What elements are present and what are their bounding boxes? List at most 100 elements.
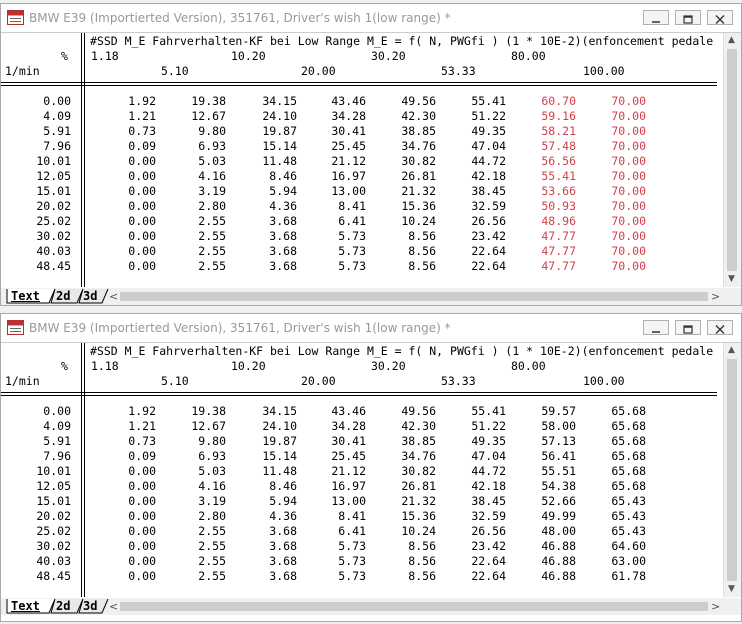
map-cell[interactable]: 55.41	[446, 94, 506, 109]
map-cell[interactable]: 70.00	[586, 139, 646, 154]
map-cell[interactable]: 8.56	[376, 229, 436, 244]
map-cell[interactable]: 0.00	[96, 169, 156, 184]
tab-text[interactable]: Text	[11, 599, 40, 613]
scroll-left-icon[interactable]: <	[109, 600, 118, 613]
map-cell[interactable]: 10.24	[376, 524, 436, 539]
map-cell[interactable]: 34.15	[237, 404, 297, 419]
map-cell[interactable]: 4.36	[237, 509, 297, 524]
map-cell[interactable]: 44.72	[446, 154, 506, 169]
map-cell[interactable]: 51.22	[446, 109, 506, 124]
map-cell[interactable]: 5.03	[166, 464, 226, 479]
map-cell[interactable]: 8.41	[306, 199, 366, 214]
map-cell[interactable]: 70.00	[586, 124, 646, 139]
scroll-left-icon[interactable]: <	[109, 290, 118, 303]
map-cell[interactable]: 21.12	[306, 464, 366, 479]
map-cell[interactable]: 34.76	[376, 139, 436, 154]
map-cell[interactable]: 3.68	[237, 259, 297, 274]
map-cell[interactable]: 0.00	[96, 154, 156, 169]
map-cell[interactable]: 8.46	[237, 169, 297, 184]
map-cell[interactable]: 49.35	[446, 434, 506, 449]
scroll-thumb[interactable]	[120, 292, 708, 301]
map-cell[interactable]: 3.68	[237, 554, 297, 569]
scroll-thumb[interactable]	[727, 359, 737, 581]
map-cell[interactable]: 6.93	[166, 139, 226, 154]
map-cell[interactable]: 70.00	[586, 184, 646, 199]
map-cell[interactable]: 19.87	[237, 434, 297, 449]
map-cell[interactable]: 6.41	[306, 524, 366, 539]
map-cell[interactable]: 65.68	[586, 434, 646, 449]
map-table[interactable]: #SSD M_E Fahrverhalten-KF bei Low Range …	[1, 33, 721, 287]
map-cell[interactable]: 42.30	[376, 109, 436, 124]
tab-3d[interactable]: 3d	[83, 289, 97, 303]
map-cell[interactable]: 70.00	[586, 259, 646, 274]
map-cell[interactable]: 0.09	[96, 449, 156, 464]
map-cell[interactable]: 53.66	[516, 184, 576, 199]
map-cell[interactable]: 8.56	[376, 554, 436, 569]
map-cell[interactable]: 65.43	[586, 524, 646, 539]
map-cell[interactable]: 3.68	[237, 214, 297, 229]
map-cell[interactable]: 3.68	[237, 244, 297, 259]
map-cell[interactable]: 55.41	[516, 169, 576, 184]
map-cell[interactable]: 30.82	[376, 464, 436, 479]
map-cell[interactable]: 4.16	[166, 479, 226, 494]
map-cell[interactable]: 9.80	[166, 434, 226, 449]
map-cell[interactable]: 9.80	[166, 124, 226, 139]
map-cell[interactable]: 55.51	[516, 464, 576, 479]
map-cell[interactable]: 60.70	[516, 94, 576, 109]
map-cell[interactable]: 1.92	[96, 94, 156, 109]
map-cell[interactable]: 70.00	[586, 229, 646, 244]
map-cell[interactable]: 47.04	[446, 449, 506, 464]
map-cell[interactable]: 15.14	[237, 139, 297, 154]
map-cell[interactable]: 70.00	[586, 94, 646, 109]
scroll-up-icon[interactable]: ▲	[728, 345, 735, 355]
map-cell[interactable]: 5.73	[306, 554, 366, 569]
map-cell[interactable]: 48.96	[516, 214, 576, 229]
map-cell[interactable]: 8.41	[306, 509, 366, 524]
close-button[interactable]	[707, 320, 733, 335]
map-cell[interactable]: 47.77	[516, 259, 576, 274]
map-cell[interactable]: 0.00	[96, 464, 156, 479]
close-button[interactable]	[707, 10, 733, 25]
maximize-button[interactable]	[675, 10, 701, 25]
map-cell[interactable]: 49.56	[376, 94, 436, 109]
map-cell[interactable]: 12.67	[166, 419, 226, 434]
map-cell[interactable]: 5.94	[237, 184, 297, 199]
map-cell[interactable]: 16.97	[306, 479, 366, 494]
map-cell[interactable]: 1.21	[96, 109, 156, 124]
map-cell[interactable]: 19.38	[166, 404, 226, 419]
map-cell[interactable]: 38.85	[376, 434, 436, 449]
map-cell[interactable]: 1.21	[96, 419, 156, 434]
map-cell[interactable]: 63.00	[586, 554, 646, 569]
map-cell[interactable]: 15.36	[376, 199, 436, 214]
map-cell[interactable]: 0.00	[96, 554, 156, 569]
map-cell[interactable]: 15.36	[376, 509, 436, 524]
map-cell[interactable]: 38.85	[376, 124, 436, 139]
map-cell[interactable]: 4.36	[237, 199, 297, 214]
map-cell[interactable]: 64.60	[586, 539, 646, 554]
map-cell[interactable]: 2.55	[166, 539, 226, 554]
map-cell[interactable]: 2.55	[166, 569, 226, 584]
map-cell[interactable]: 2.55	[166, 554, 226, 569]
map-cell[interactable]: 26.56	[446, 214, 506, 229]
map-cell[interactable]: 2.55	[166, 259, 226, 274]
map-cell[interactable]: 50.93	[516, 199, 576, 214]
map-cell[interactable]: 26.81	[376, 479, 436, 494]
map-cell[interactable]: 44.72	[446, 464, 506, 479]
map-cell[interactable]: 34.15	[237, 94, 297, 109]
map-cell[interactable]: 65.43	[586, 509, 646, 524]
map-cell[interactable]: 30.41	[306, 434, 366, 449]
tab-text[interactable]: Text	[11, 289, 40, 303]
map-cell[interactable]: 42.30	[376, 419, 436, 434]
tab-2d[interactable]: 2d	[56, 599, 70, 613]
map-cell[interactable]: 70.00	[586, 109, 646, 124]
title-bar[interactable]: BMW E39 (Importierted Version), 351761, …	[1, 4, 741, 33]
map-cell[interactable]: 58.21	[516, 124, 576, 139]
map-cell[interactable]: 5.73	[306, 244, 366, 259]
map-cell[interactable]: 2.55	[166, 229, 226, 244]
map-cell[interactable]: 0.00	[96, 524, 156, 539]
scroll-right-icon[interactable]: >	[711, 600, 720, 613]
map-cell[interactable]: 13.00	[306, 494, 366, 509]
map-cell[interactable]: 8.56	[376, 259, 436, 274]
scroll-right-icon[interactable]: >	[711, 290, 720, 303]
map-cell[interactable]: 6.93	[166, 449, 226, 464]
